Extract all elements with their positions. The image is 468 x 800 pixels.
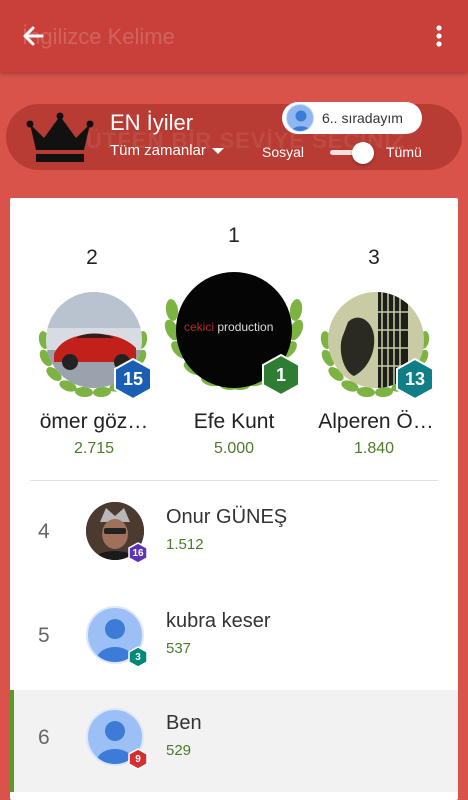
podium-rank-3: 3	[368, 246, 380, 269]
podium-name-3: Alperen Ö…	[318, 410, 434, 433]
level-badge: 16	[128, 542, 148, 564]
time-filter-dropdown[interactable]: Tüm zamanlar	[110, 142, 224, 159]
level-badge: 9	[128, 748, 148, 770]
chevron-down-icon	[211, 147, 224, 154]
toggle-thumb	[352, 142, 374, 164]
social-all-toggle[interactable]	[328, 142, 374, 164]
avatar-logo-text: production	[217, 320, 274, 334]
avatar	[286, 104, 314, 132]
my-rank-chip[interactable]: 6.. sıradayım	[282, 102, 422, 134]
level-number: 1	[275, 364, 286, 385]
current-user-indicator	[10, 690, 14, 792]
crown-icon	[26, 112, 94, 162]
arrow-back-icon	[23, 26, 44, 46]
row-score: 537	[166, 640, 192, 657]
leaderboard-title: EN İyiler	[110, 110, 194, 135]
app-bar: İngilizce Kelime	[0, 0, 468, 72]
level-number: 13	[404, 368, 426, 389]
podium-name-2: ömer göz…	[39, 410, 149, 433]
row-name: kubra keser	[166, 610, 271, 632]
more-options-button[interactable]	[428, 20, 450, 52]
row-rank: 4	[38, 520, 50, 543]
list-item[interactable]: 5 3 kubra keser 537	[10, 588, 458, 690]
level-number: 16	[132, 547, 144, 559]
my-rank-label: 6.. sıradayım	[322, 110, 403, 126]
level-badge: 3	[128, 646, 148, 668]
social-label: Sosyal	[262, 144, 305, 160]
row-rank: 5	[38, 624, 50, 647]
avatar-logo-text: cekici	[184, 320, 215, 334]
level-badge: 1	[262, 354, 300, 396]
level-number: 15	[122, 368, 144, 389]
more-vert-icon	[436, 25, 442, 47]
podium-score-1: 5.000	[213, 440, 255, 457]
person-icon	[291, 110, 311, 131]
level-number: 3	[135, 651, 141, 663]
list-item[interactable]: 4 16 Onur GÜNEŞ 1.512	[10, 484, 458, 586]
podium-score-2: 2.715	[73, 440, 115, 457]
podium-rank-2: 2	[86, 246, 98, 269]
all-label: Tümü	[386, 144, 422, 160]
leaderboard-card: 2 15 ömer göz… 2.715 1 cekici production…	[10, 198, 458, 800]
row-score: 529	[166, 742, 192, 759]
level-number: 9	[135, 753, 141, 765]
podium-score-3: 1.840	[353, 440, 395, 457]
podium-name-1: Efe Kunt	[193, 410, 275, 433]
divider	[30, 480, 438, 481]
row-rank: 6	[38, 726, 50, 749]
podium-rank-1: 1	[228, 224, 240, 247]
row-name: Ben	[166, 712, 202, 734]
row-name: Onur GÜNEŞ	[166, 506, 288, 528]
list-item-me[interactable]: 6 9 Ben 529	[10, 690, 458, 792]
back-button[interactable]	[18, 20, 54, 52]
level-badge: 13	[396, 358, 434, 400]
level-badge: 15	[114, 358, 152, 400]
time-filter-label: Tüm zamanlar	[110, 142, 206, 159]
row-score: 1.512	[166, 536, 204, 553]
